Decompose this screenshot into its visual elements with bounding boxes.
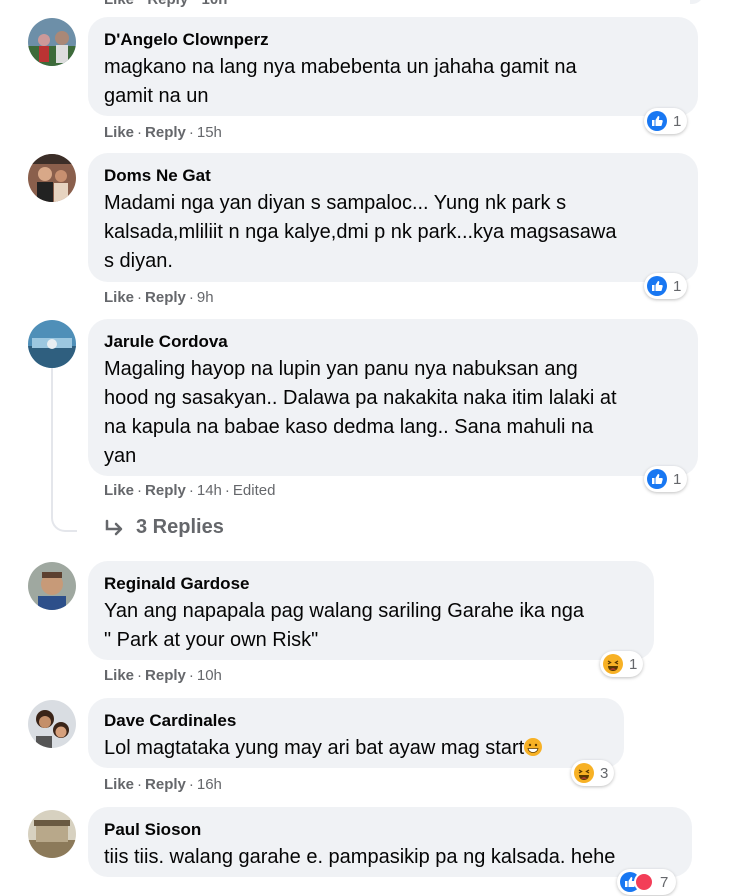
comment-bubble: Dave Cardinales Lol magtataka yung may a… — [88, 698, 624, 768]
like-icon — [647, 276, 667, 296]
comment-author[interactable]: Doms Ne Gat — [104, 165, 682, 187]
timestamp[interactable]: 15h — [197, 124, 222, 141]
timestamp[interactable]: 16h — [197, 776, 222, 793]
comment-bubble: Doms Ne Gat Madami nga yan diyan s sampa… — [88, 153, 698, 282]
love-icon — [634, 872, 654, 892]
comment-actions: Like · Reply · 14h · Edited — [104, 482, 276, 499]
like-icon — [647, 469, 667, 489]
comment-bubble: Jarule Cordova Magaling hayop na lupin y… — [88, 319, 698, 476]
reply-arrow-icon — [105, 519, 123, 535]
like-link[interactable]: Like — [104, 124, 134, 141]
reply-link[interactable]: Reply — [145, 776, 186, 793]
like-link[interactable]: Like — [104, 667, 134, 684]
reaction-count[interactable]: 1 — [644, 466, 688, 492]
edited-label[interactable]: Edited — [233, 482, 276, 499]
avatar[interactable] — [28, 154, 76, 202]
reply-link[interactable]: Reply — [145, 667, 186, 684]
reply-link[interactable]: Reply — [145, 124, 186, 141]
reply-link[interactable]: Reply — [145, 289, 186, 306]
like-link[interactable]: Like — [104, 482, 134, 499]
comment-author[interactable]: Jarule Cordova — [104, 331, 682, 353]
comment-text: Yan ang napapala pag walang sariling Gar… — [104, 600, 584, 651]
like-link[interactable]: Like — [104, 289, 134, 306]
comment-actions: Like · Reply · 10h — [104, 667, 222, 684]
timestamp[interactable]: 9h — [197, 289, 214, 306]
reaction-count[interactable]: 3 — [571, 760, 615, 786]
comment-author[interactable]: D'Angelo Clownperz — [104, 29, 682, 51]
comment-author[interactable]: Dave Cardinales — [104, 710, 608, 732]
avatar[interactable] — [28, 18, 76, 66]
reply-link[interactable]: Reply — [145, 482, 186, 499]
like-icon — [647, 111, 667, 131]
comment-text: Magaling hayop na lupin yan panu nya nab… — [104, 358, 617, 467]
reaction-count[interactable]: 1 — [600, 651, 644, 677]
comment-author[interactable]: Paul Sioson — [104, 819, 676, 841]
reaction-count[interactable]: 7 — [617, 869, 677, 895]
reaction-count[interactable]: 1 — [644, 273, 688, 299]
reaction-count[interactable]: 1 — [644, 108, 688, 134]
comment-text: Lol magtataka yung may ari bat ayaw mag … — [104, 734, 608, 763]
grinning-emoji-icon — [524, 738, 543, 756]
comment-bubble: Paul Sioson tiis tiis. walang garahe e. … — [88, 807, 692, 877]
comment-actions: Like · Reply · 15h — [104, 124, 222, 141]
timestamp[interactable]: 10h — [197, 667, 222, 684]
comment-actions: Like · Reply · 9h — [104, 289, 214, 306]
previous-comment-meta-cut: Like · Reply · 10h — [104, 0, 227, 8]
reply-thread-line — [51, 368, 77, 532]
comment-bubble: Reginald Gardose Yan ang napapala pag wa… — [88, 561, 654, 660]
like-link[interactable]: Like — [104, 776, 134, 793]
avatar[interactable] — [28, 320, 76, 368]
previous-reaction-cut — [690, 0, 704, 4]
haha-icon — [574, 763, 594, 783]
comment-text: magkano na lang nya mabebenta un jahaha … — [104, 56, 577, 107]
comment-author[interactable]: Reginald Gardose — [104, 573, 638, 595]
avatar[interactable] — [28, 810, 76, 858]
comment-bubble: D'Angelo Clownperz magkano na lang nya m… — [88, 17, 698, 116]
view-replies-link[interactable]: 3 Replies — [104, 516, 224, 539]
timestamp[interactable]: 14h — [197, 482, 222, 499]
comment-text: tiis tiis. walang garahe e. pampasikip p… — [104, 846, 616, 868]
haha-icon — [603, 654, 623, 674]
comment-text: Madami nga yan diyan s sampaloc... Yung … — [104, 192, 617, 272]
avatar[interactable] — [28, 562, 76, 610]
comment-actions: Like · Reply · 16h — [104, 776, 222, 793]
avatar[interactable] — [28, 700, 76, 748]
